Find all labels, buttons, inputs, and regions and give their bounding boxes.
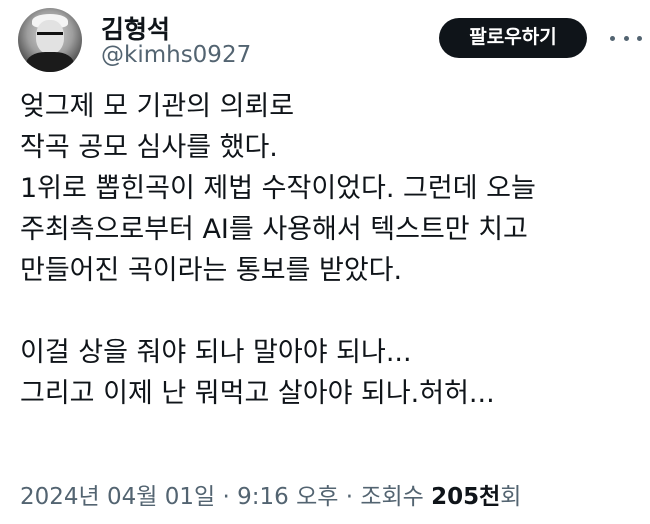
views-count: 205천 bbox=[431, 484, 501, 510]
tweet-line: 이걸 상을 줘야 되나 말아야 되나... bbox=[20, 337, 412, 368]
meta-separator: · bbox=[338, 484, 361, 510]
avatar[interactable] bbox=[18, 8, 82, 72]
views-label: 조회수 bbox=[360, 484, 432, 510]
tweet-line: 1위로 뽑힌곡이 제법 수작이었다. 그런데 오늘 bbox=[20, 173, 536, 204]
avatar-body bbox=[26, 52, 74, 72]
follow-button[interactable]: 팔로우하기 bbox=[439, 18, 587, 58]
tweet-line: 엊그제 모 기관의 의뢰로 bbox=[20, 91, 295, 122]
tweet-line: 주최측으로부터 AI를 사용해서 텍스트만 치고 bbox=[20, 214, 528, 245]
display-name[interactable]: 김형석 bbox=[101, 10, 170, 46]
tweet-line: 작곡 공모 심사를 했다. bbox=[20, 132, 278, 163]
user-handle[interactable]: @kimhs0927 bbox=[101, 42, 251, 68]
more-horizontal-icon[interactable] bbox=[610, 26, 642, 50]
more-dot bbox=[623, 35, 629, 41]
tweet-header: 김형석 @kimhs0927 팔로우하기 bbox=[18, 8, 642, 74]
more-dot bbox=[610, 35, 615, 41]
tweet-meta: 2024년 04월 01일 · 9:16 오후 · 조회수 205천회 bbox=[20, 477, 521, 511]
views-suffix: 회 bbox=[500, 484, 522, 510]
tweet-line: 그리고 이제 난 뭐먹고 살아야 되나.허허... bbox=[20, 378, 495, 409]
tweet-line: 만들어진 곡이라는 통보를 받았다. bbox=[20, 255, 403, 286]
avatar-glasses bbox=[37, 32, 63, 41]
tweet-text: 엊그제 모 기관의 의뢰로 작곡 공모 심사를 했다. 1위로 뽑힌곡이 제법 … bbox=[20, 86, 630, 414]
post-date[interactable]: 2024년 04월 01일 bbox=[20, 484, 215, 510]
more-dot bbox=[637, 35, 642, 41]
post-time[interactable]: 9:16 오후 bbox=[237, 484, 338, 510]
meta-separator: · bbox=[215, 484, 238, 510]
